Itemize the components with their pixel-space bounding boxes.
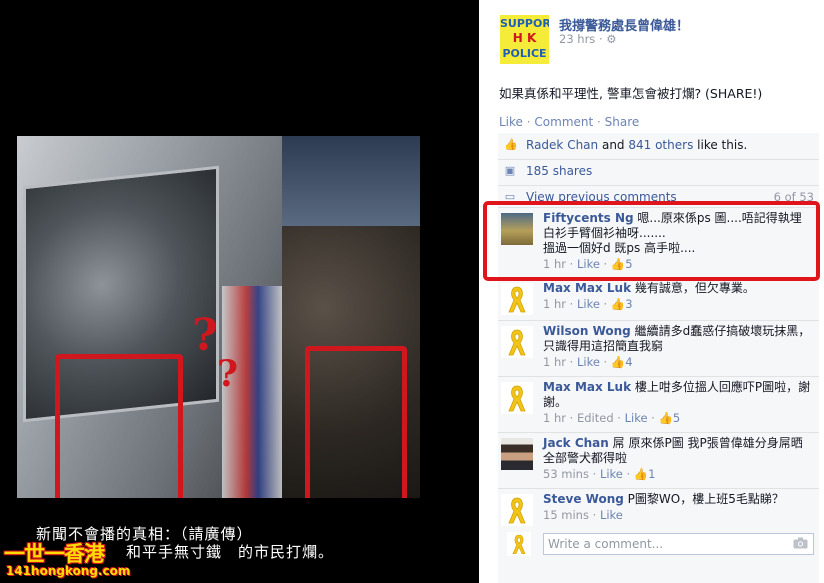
yellow-ribbon-avatar[interactable] xyxy=(501,326,533,358)
comment-text: 幾有誠意，但欠專業。 xyxy=(634,281,755,295)
watermark-url: 141hongkong.com xyxy=(6,564,131,578)
comment-body: Steve Wong P圖黎WO，樓上班5毛點睇？ 15 mins · Like xyxy=(543,492,813,523)
commenter-name[interactable]: Steve Wong xyxy=(543,492,624,506)
comment-like-count[interactable]: 1 xyxy=(648,467,655,481)
comment-like-link[interactable]: Like xyxy=(577,355,600,369)
post-meta: 23 hrs · ⚙ xyxy=(559,32,617,46)
comment-text: P圖黎WO，樓上班5毛點睇？ xyxy=(627,492,784,506)
comment-time[interactable]: 15 mins xyxy=(543,508,589,522)
comment-meta: 1 hr · Edited · Like · 👍5 xyxy=(543,411,681,425)
thumbs-up-icon: 👍 xyxy=(633,467,649,481)
photo-panel: ? ? 新聞不會播的真相：（請廣傳） 和平手無寸鐵 的市民打爛。 一世一香港 1… xyxy=(0,0,479,583)
comment-body: Jack Chan 屌 原來係P圖 我P張曾偉雄分身屌晒全部警犬都得啦 53 m… xyxy=(543,436,813,482)
like-link[interactable]: Like xyxy=(499,115,523,129)
comment-time[interactable]: 1 hr xyxy=(543,411,566,425)
commenter-name[interactable]: Wilson Wong xyxy=(543,324,631,338)
comment-like-link[interactable]: Like xyxy=(600,508,623,522)
page-avatar[interactable]: SUPPORT H K POLICE xyxy=(500,15,549,64)
question-mark-annotation: ? xyxy=(192,310,218,361)
comment-body: Max Max Luk 幾有誠意，但欠專業。 1 hr · Like · 👍3 xyxy=(543,281,813,312)
comment-like-count[interactable]: 4 xyxy=(625,355,632,369)
comment-item: Max Max Luk 樓上咁多位搵人回應吓P圖啦，謝謝。 1 hr · Edi… xyxy=(498,376,819,433)
comment-edited[interactable]: Edited xyxy=(577,411,614,425)
likes-and: and xyxy=(601,138,625,152)
write-comment-input[interactable]: Write a comment... xyxy=(543,533,814,555)
comment-time[interactable]: 1 hr xyxy=(543,355,566,369)
globe-icon: ⚙ xyxy=(606,32,617,46)
yellow-ribbon-avatar[interactable] xyxy=(501,283,533,315)
commenter-name[interactable]: Max Max Luk xyxy=(543,281,631,295)
likes-text: Radek Chan and 841 others like this. xyxy=(526,133,747,157)
comment-item: Steve Wong P圖黎WO，樓上班5毛點睇？ 15 mins · Like xyxy=(498,488,819,531)
comment-link[interactable]: Comment xyxy=(534,115,593,129)
comment-like-link[interactable]: Like xyxy=(577,297,600,311)
comment-meta: 53 mins · Like · 👍1 xyxy=(543,467,656,481)
comment-item: Wilson Wong 繼續請多d蠢惑仔搞破壞玩抹黑，只識得用這招簡直我窮 1 … xyxy=(498,320,819,377)
comment-item: Max Max Luk 幾有誠意，但欠專業。 1 hr · Like · 👍3 xyxy=(498,277,819,321)
post-time[interactable]: 23 hrs xyxy=(559,32,595,46)
my-ribbon-avatar[interactable] xyxy=(507,532,531,556)
avatar-text-support: SUPPORT xyxy=(500,17,549,30)
post-actions: Like · Comment · Share xyxy=(499,115,639,129)
commenter-name[interactable]: Max Max Luk xyxy=(543,380,631,394)
commenter-avatar[interactable] xyxy=(501,438,533,470)
write-comment-placeholder: Write a comment... xyxy=(548,537,664,551)
comment-like-count[interactable]: 3 xyxy=(625,297,632,311)
post-photo[interactable]: ? ? xyxy=(17,136,420,498)
facebook-post-panel: SUPPORT H K POLICE 我撐警務處長曾偉雄！ 23 hrs · ⚙… xyxy=(479,0,824,583)
yellow-ribbon-avatar[interactable] xyxy=(501,494,533,526)
thumbs-up-icon: 👍 xyxy=(610,355,626,369)
comment-body: Wilson Wong 繼續請多d蠢惑仔搞破壞玩抹黑，只識得用這招簡直我窮 1 … xyxy=(543,324,813,370)
likes-summary: 👍 Radek Chan and 841 others like this. xyxy=(498,133,819,160)
share-icon: ▣ xyxy=(504,164,516,177)
shares-summary[interactable]: ▣ 185 shares xyxy=(498,159,819,186)
photo-caption-line2: 和平手無寸鐵 的市民打爛。 xyxy=(126,543,335,561)
shares-text[interactable]: 185 shares xyxy=(526,159,592,183)
commenter-name[interactable]: Jack Chan xyxy=(543,436,609,450)
thumbs-up-icon: 👍 xyxy=(504,138,518,151)
thumbs-up-icon: 👍 xyxy=(610,297,626,311)
red-annotation-box-right xyxy=(305,346,407,498)
comment-like-link[interactable]: Like xyxy=(600,467,623,481)
comment-body: Max Max Luk 樓上咁多位搵人回應吓P圖啦，謝謝。 1 hr · Edi… xyxy=(543,380,813,426)
thumbs-up-icon: 👍 xyxy=(658,411,673,425)
comment-meta: 1 hr · Like · 👍4 xyxy=(543,355,633,369)
likes-others-link[interactable]: 841 others xyxy=(628,138,693,152)
comment-like-count[interactable]: 5 xyxy=(673,411,680,425)
comment-item: Jack Chan 屌 原來係P圖 我P張曾偉雄分身屌晒全部警犬都得啦 53 m… xyxy=(498,432,819,489)
comment-meta: 15 mins · Like xyxy=(543,508,623,522)
separator-dot: · xyxy=(597,115,605,129)
share-link[interactable]: Share xyxy=(605,115,640,129)
avatar-text-police: POLICE xyxy=(502,47,547,60)
red-highlight-box xyxy=(483,201,820,281)
camera-icon[interactable] xyxy=(793,537,808,549)
comment-time[interactable]: 53 mins xyxy=(543,467,589,481)
likes-suffix: like this. xyxy=(697,138,748,152)
question-mark-annotation: ? xyxy=(217,353,239,395)
comment-like-link[interactable]: Like xyxy=(625,411,648,425)
post-text: 如果真係和平理性, 警車怎會被打爛? (SHARE!) xyxy=(499,86,763,101)
liker-name[interactable]: Radek Chan xyxy=(526,138,598,152)
comment-time[interactable]: 1 hr xyxy=(543,297,566,311)
comment-meta: 1 hr · Like · 👍3 xyxy=(543,297,633,311)
yellow-ribbon-avatar[interactable] xyxy=(501,382,533,414)
avatar-text-hk: H K xyxy=(512,31,537,45)
red-annotation-box-left xyxy=(55,354,183,498)
